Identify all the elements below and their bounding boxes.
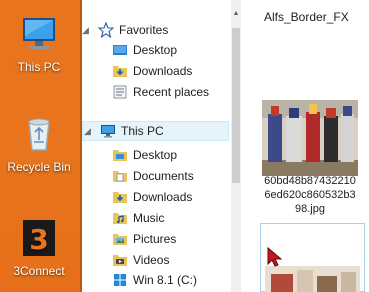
nav-this-pc-label: This PC: [121, 124, 164, 138]
nav-favorites-label: Favorites: [119, 23, 169, 37]
nav-item-label: Recent places: [133, 85, 210, 99]
collapse-arrow-icon[interactable]: ◢: [82, 25, 92, 35]
3connect-app-icon: 3: [23, 220, 55, 256]
nav-this-pc-downloads[interactable]: Downloads: [112, 187, 192, 207]
desktop-folder-icon: [113, 45, 127, 55]
nav-this-pc-drive-c[interactable]: Win 8.1 (C:): [112, 270, 197, 290]
nav-item-label: Pictures: [133, 232, 177, 246]
recycle-bin-icon: [28, 118, 50, 151]
nav-favorites-downloads[interactable]: Downloads: [112, 61, 192, 81]
nav-this-pc-music[interactable]: Music: [112, 208, 164, 228]
downloads-folder-icon: [113, 66, 127, 77]
desktop-folder-icon: [113, 150, 127, 161]
music-folder-icon: [113, 213, 127, 224]
nav-favorites-desktop[interactable]: Desktop: [112, 40, 177, 60]
desktop-icon-recycle-bin[interactable]: Recycle Bin: [0, 114, 78, 174]
videos-folder-icon: [113, 255, 127, 266]
star-icon: [98, 22, 114, 38]
nav-favorites-recent-places[interactable]: Recent places: [112, 82, 209, 102]
scroll-up-arrow-icon[interactable]: ▲: [232, 10, 240, 20]
desktop-icon-label: This PC: [17, 60, 61, 74]
nav-this-pc-pictures[interactable]: Pictures: [112, 229, 176, 249]
nav-item-label: Desktop: [133, 148, 178, 162]
nav-this-pc-documents[interactable]: Documents: [112, 166, 194, 186]
desktop-background: This PC Recycle Bin 3 3Connect: [0, 0, 80, 292]
pictures-folder-icon: [113, 234, 127, 245]
svg-text:3: 3: [29, 223, 48, 256]
photo-thumbnail: [265, 266, 360, 292]
file-name-label[interactable]: 60bd48b87432210 6ed620c860532b3 98.jpg: [256, 174, 364, 216]
file-explorer-window: ◢ Favorites Desktop Downloads Recent pla…: [82, 0, 369, 292]
nav-favorites-header[interactable]: ◢ Favorites: [82, 20, 168, 40]
robot-figures-photo-thumbnail: [262, 100, 358, 176]
nav-this-pc-header[interactable]: ◢ This PC: [82, 121, 229, 141]
file-thumbnail[interactable]: [262, 100, 358, 176]
nav-this-pc-videos[interactable]: Videos: [112, 250, 169, 270]
nav-item-label: Music: [133, 211, 165, 225]
nav-item-label: Documents: [133, 169, 194, 183]
nav-item-label: Downloads: [133, 64, 193, 78]
desktop-icon-label: 3Connect: [13, 264, 65, 278]
content-pane: Alfs_Border_FX 60bd48b87432210 6ed620c86…: [242, 0, 369, 292]
desktop-icon-this-pc[interactable]: This PC: [0, 14, 78, 74]
windows-drive-icon: [114, 274, 126, 286]
nav-pane-scrollbar[interactable]: ▲: [231, 0, 241, 292]
desktop-icon-3connect[interactable]: 3 3Connect: [0, 218, 78, 278]
nav-item-label: Win 8.1 (C:): [133, 273, 198, 287]
collapse-arrow-icon[interactable]: ◢: [84, 126, 94, 136]
navigation-pane: ◢ Favorites Desktop Downloads Recent pla…: [82, 0, 241, 292]
file-name-line: 6ed620c860532b3: [264, 189, 356, 201]
nav-item-label: Desktop: [133, 43, 178, 57]
computer-icon: [101, 125, 115, 138]
nav-item-label: Downloads: [133, 190, 193, 204]
scrollbar-thumb[interactable]: [232, 28, 240, 183]
desktop-icon-label: Recycle Bin: [7, 160, 71, 174]
downloads-folder-icon: [113, 192, 127, 203]
file-name-line: 60bd48b87432210: [264, 175, 356, 187]
documents-folder-icon: [113, 171, 127, 182]
computer-icon: [23, 18, 55, 49]
nav-this-pc-desktop[interactable]: Desktop: [112, 145, 177, 165]
file-name-line: 98.jpg: [295, 203, 325, 215]
recent-places-icon: [113, 85, 127, 99]
folder-name-label[interactable]: Alfs_Border_FX: [264, 10, 349, 24]
nav-item-label: Videos: [133, 253, 170, 267]
mouse-cursor-icon: [267, 246, 283, 267]
